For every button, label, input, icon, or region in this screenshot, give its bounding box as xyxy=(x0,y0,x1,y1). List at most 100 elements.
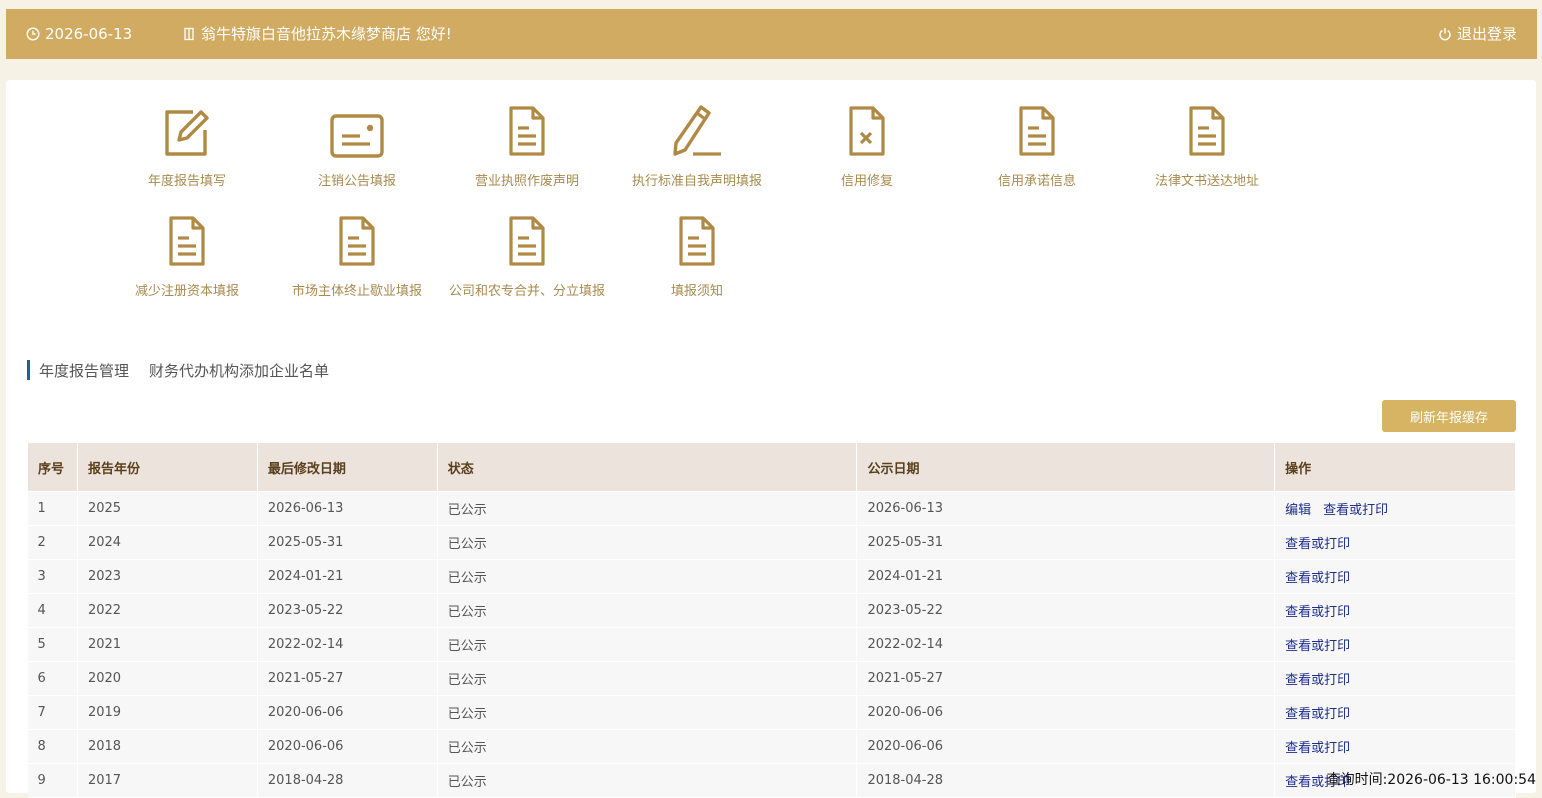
view-print-link[interactable]: 查看或打印 xyxy=(1285,673,1350,688)
section-tabs: 年度报告管理 财务代办机构添加企业名单 xyxy=(27,360,329,380)
cell-no: 9 xyxy=(27,763,78,798)
view-print-link[interactable]: 查看或打印 xyxy=(1285,605,1350,620)
cell-status: 已公示 xyxy=(437,627,858,662)
quick-link-item[interactable]: 公司和农专合并、分立填报 xyxy=(442,208,612,299)
cell-no: 6 xyxy=(27,661,78,696)
document-icon xyxy=(612,208,782,268)
clock-icon xyxy=(26,27,40,41)
cell-year: 2022 xyxy=(77,593,258,628)
cell-year: 2017 xyxy=(77,763,258,798)
cell-status: 已公示 xyxy=(437,593,858,628)
col-header-year: 报告年份 xyxy=(76,442,258,492)
quick-link-label: 市场主体终止歇业填报 xyxy=(291,284,422,299)
table-row: 6 2020 2021-05-27 已公示 2021-05-27 查看或打印 xyxy=(27,661,1516,696)
pencil-icon xyxy=(612,98,782,158)
greeting-text: 翁牛特旗白音他拉苏木缘梦商店 您好! xyxy=(201,25,452,43)
cell-no: 7 xyxy=(27,695,78,730)
annual-report-table: 序号 报告年份 最后修改日期 状态 公示日期 操作 1 2025 2026-06… xyxy=(27,442,1516,798)
cell-modified: 2026-06-13 xyxy=(257,491,438,526)
quick-link-label: 执行标准自我声明填报 xyxy=(631,174,762,189)
view-print-link[interactable]: 查看或打印 xyxy=(1285,639,1350,654)
view-print-link[interactable]: 查看或打印 xyxy=(1323,503,1388,518)
document-x-icon xyxy=(782,98,952,158)
cell-year: 2025 xyxy=(77,491,258,526)
cell-status: 已公示 xyxy=(437,763,858,798)
main-panel: 年度报告填写 注销公告填报 营业执照作废声明 执行标准自我声明填报 信用修复 信… xyxy=(6,80,1536,798)
quick-link-item[interactable]: 填报须知 xyxy=(612,208,782,299)
cell-actions: 查看或打印 xyxy=(1274,661,1516,696)
date-display: 2026-06-13 xyxy=(26,9,132,59)
cell-modified: 2024-01-21 xyxy=(257,559,438,594)
col-header-no: 序号 xyxy=(27,442,78,492)
quick-link-item[interactable]: 信用修复 xyxy=(782,98,952,189)
cell-status: 已公示 xyxy=(437,525,858,560)
cell-no: 2 xyxy=(27,525,78,560)
cell-modified: 2020-06-06 xyxy=(257,729,438,764)
tab-annual-report-management[interactable]: 年度报告管理 xyxy=(39,360,129,381)
cell-published: 2020-06-06 xyxy=(856,695,1276,730)
edit-link[interactable]: 编辑 xyxy=(1285,503,1311,518)
cell-actions: 查看或打印 xyxy=(1274,729,1516,764)
table-header-row: 序号 报告年份 最后修改日期 状态 公示日期 操作 xyxy=(27,442,1516,492)
cell-actions: 查看或打印 xyxy=(1274,695,1516,730)
quick-link-item[interactable]: 市场主体终止歇业填报 xyxy=(272,208,442,299)
quick-link-item[interactable]: 执行标准自我声明填报 xyxy=(612,98,782,189)
view-print-link[interactable]: 查看或打印 xyxy=(1285,571,1350,586)
tab-agency-enterprise-list[interactable]: 财务代办机构添加企业名单 xyxy=(149,360,329,381)
table-row: 3 2023 2024-01-21 已公示 2024-01-21 查看或打印 xyxy=(27,559,1516,594)
quick-link-label: 信用修复 xyxy=(840,174,893,189)
cell-no: 5 xyxy=(27,627,78,662)
cell-published: 2025-05-31 xyxy=(856,525,1276,560)
quick-link-label: 公司和农专合并、分立填报 xyxy=(448,284,605,299)
quick-link-item[interactable]: 年度报告填写 xyxy=(102,98,272,189)
col-header-status: 状态 xyxy=(436,442,858,492)
cell-actions: 查看或打印 xyxy=(1274,525,1516,560)
view-print-link[interactable]: 查看或打印 xyxy=(1285,707,1350,722)
id-card-icon xyxy=(272,98,442,158)
refresh-cache-button[interactable]: 刷新年报缓存 xyxy=(1382,400,1516,432)
cell-year: 2018 xyxy=(77,729,258,764)
quick-link-item[interactable]: 营业执照作废声明 xyxy=(442,98,612,189)
quick-link-item[interactable]: 法律文书送达地址 xyxy=(1122,98,1292,189)
quick-link-item[interactable]: 信用承诺信息 xyxy=(952,98,1122,189)
table-row: 1 2025 2026-06-13 已公示 2026-06-13 编辑 查看或打印 xyxy=(27,491,1516,526)
cell-year: 2021 xyxy=(77,627,258,662)
cell-no: 4 xyxy=(27,593,78,628)
view-print-link[interactable]: 查看或打印 xyxy=(1285,537,1350,552)
cell-actions: 查看或打印 xyxy=(1274,593,1516,628)
logout-button[interactable]: 退出登录 xyxy=(1438,9,1517,59)
door-icon xyxy=(184,27,194,41)
cell-no: 8 xyxy=(27,729,78,764)
query-time-overlay: 查询时间:2026-06-13 16:00:54 xyxy=(1326,772,1536,788)
cell-published: 2018-04-28 xyxy=(856,763,1276,798)
quick-link-label: 注销公告填报 xyxy=(317,174,396,189)
cell-published: 2023-05-22 xyxy=(856,593,1276,628)
cell-year: 2019 xyxy=(77,695,258,730)
document-icon xyxy=(102,208,272,268)
cell-published: 2021-05-27 xyxy=(856,661,1276,696)
cell-actions: 编辑 查看或打印 xyxy=(1274,491,1516,526)
cell-actions: 查看或打印 xyxy=(1274,627,1516,662)
view-print-link[interactable]: 查看或打印 xyxy=(1285,741,1350,756)
cell-year: 2024 xyxy=(77,525,258,560)
col-header-published: 公示日期 xyxy=(856,442,1276,492)
cell-year: 2023 xyxy=(77,559,258,594)
cell-status: 已公示 xyxy=(437,695,858,730)
cell-published: 2022-02-14 xyxy=(856,627,1276,662)
quick-link-label: 营业执照作废声明 xyxy=(474,174,579,189)
quick-link-item[interactable]: 注销公告填报 xyxy=(272,98,442,189)
table-row: 7 2019 2020-06-06 已公示 2020-06-06 查看或打印 xyxy=(27,695,1516,730)
cell-year: 2020 xyxy=(77,661,258,696)
table-row: 4 2022 2023-05-22 已公示 2023-05-22 查看或打印 xyxy=(27,593,1516,628)
cell-published: 2020-06-06 xyxy=(856,729,1276,764)
quick-link-item[interactable]: 减少注册资本填报 xyxy=(102,208,272,299)
cell-status: 已公示 xyxy=(437,491,858,526)
document-icon xyxy=(952,98,1122,158)
col-header-modified: 最后修改日期 xyxy=(256,442,438,492)
cell-modified: 2020-06-06 xyxy=(257,695,438,730)
col-header-actions: 操作 xyxy=(1274,442,1516,492)
quick-link-label: 法律文书送达地址 xyxy=(1154,174,1259,189)
cell-modified: 2025-05-31 xyxy=(257,525,438,560)
cell-modified: 2023-05-22 xyxy=(257,593,438,628)
cell-status: 已公示 xyxy=(437,559,858,594)
